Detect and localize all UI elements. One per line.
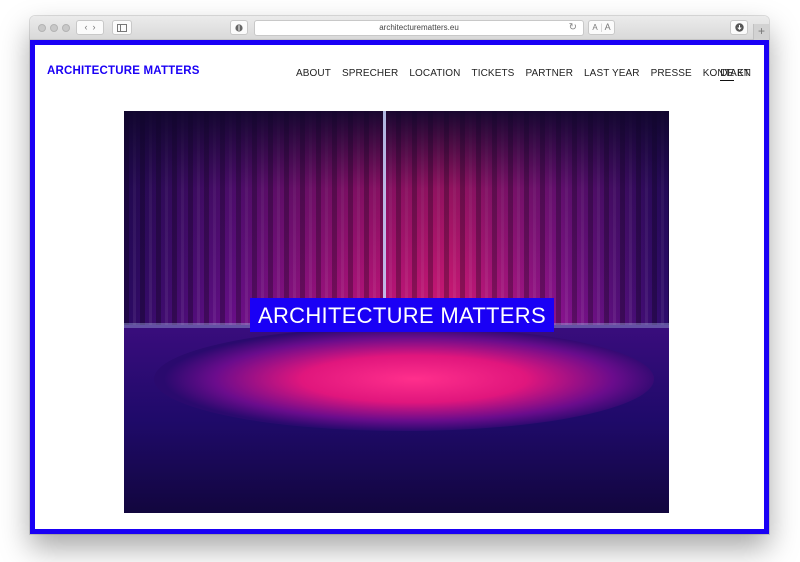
nav-about[interactable]: ABOUT [296, 68, 331, 79]
text-size-large[interactable]: A [605, 22, 611, 32]
downloads-button[interactable] [730, 20, 748, 35]
text-size-buttons[interactable]: A | A [588, 20, 615, 35]
nav-partner[interactable]: PARTNER [525, 68, 573, 79]
browser-toolbar: ‹ › architecturematters.eu ↻ A | A + [30, 16, 769, 40]
language-switcher: DE EN [720, 68, 751, 81]
site-logo[interactable]: ARCHITECTURE MATTERS [47, 65, 200, 77]
zoom-window-button[interactable] [62, 24, 70, 32]
nav-location[interactable]: LOCATION [409, 68, 460, 79]
privacy-report-button[interactable] [230, 20, 248, 35]
browser-window: ‹ › architecturematters.eu ↻ A | A + ARC… [30, 16, 769, 534]
lang-en[interactable]: EN [737, 68, 751, 79]
webpage: ARCHITECTURE MATTERS ABOUT SPRECHER LOCA… [30, 40, 769, 534]
close-window-button[interactable] [38, 24, 46, 32]
main-nav: ABOUT SPRECHER LOCATION TICKETS PARTNER … [296, 68, 761, 79]
forward-icon[interactable]: › [93, 22, 96, 32]
nav-presse[interactable]: PRESSE [651, 68, 692, 79]
new-tab-button[interactable]: + [753, 24, 769, 40]
minimize-window-button[interactable] [50, 24, 58, 32]
nav-sprecher[interactable]: SPRECHER [342, 68, 398, 79]
shield-icon [235, 24, 243, 32]
back-icon[interactable]: ‹ [84, 22, 87, 32]
download-icon [734, 23, 744, 32]
history-nav-buttons[interactable]: ‹ › [76, 20, 104, 35]
nav-last-year[interactable]: LAST YEAR [584, 68, 640, 79]
nav-tickets[interactable]: TICKETS [472, 68, 515, 79]
text-size-small[interactable]: A [592, 23, 597, 32]
hero-title: ARCHITECTURE MATTERS [250, 298, 554, 332]
lang-de[interactable]: DE [720, 68, 735, 81]
url-text: architecturematters.eu [379, 23, 459, 32]
address-bar[interactable]: architecturematters.eu ↻ [254, 20, 584, 36]
reload-icon[interactable]: ↻ [569, 21, 577, 35]
sidebar-icon [117, 24, 127, 32]
sidebar-button[interactable] [112, 20, 132, 35]
hero-image: ARCHITECTURE MATTERS [124, 111, 669, 513]
